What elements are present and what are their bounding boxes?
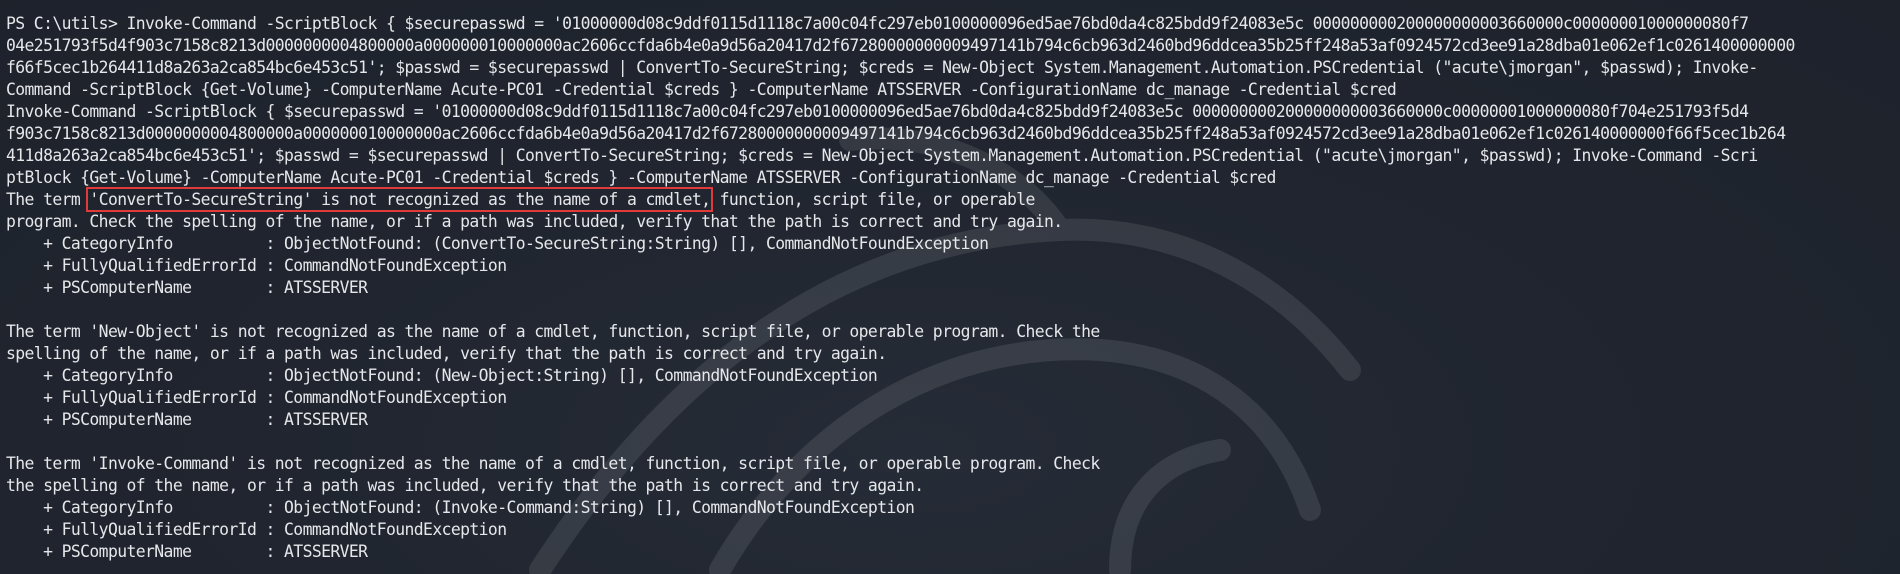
terminal-line-text: function, script file, or operable xyxy=(710,190,1036,209)
terminal-line: The term 'New-Object' is not recognized … xyxy=(6,321,1795,343)
terminal-line: + PSComputerName : ATSSERVER xyxy=(6,277,1795,299)
terminal-line: + FullyQualifiedErrorId : CommandNotFoun… xyxy=(6,387,1795,409)
terminal-line: + FullyQualifiedErrorId : CommandNotFoun… xyxy=(6,255,1795,277)
terminal-line-text: f903c7158c8213d0000000004800000a00000001… xyxy=(6,124,1786,143)
terminal-line-text: the spelling of the name, or if a path w… xyxy=(6,476,924,495)
terminal-line-text: + PSComputerName : ATSSERVER xyxy=(6,542,368,561)
terminal-line-text: + CategoryInfo : ObjectNotFound: (Conver… xyxy=(6,234,989,253)
terminal-line: Invoke-Command -ScriptBlock { $securepas… xyxy=(6,101,1795,123)
terminal-line-text: program. Check the spelling of the name,… xyxy=(6,212,1063,231)
terminal-line: f66f5cec1b264411d8a263a2ca854bc6e453c51'… xyxy=(6,57,1795,79)
terminal-line-text: The term xyxy=(6,190,90,209)
terminal-line: + PSComputerName : ATSSERVER xyxy=(6,409,1795,431)
terminal-line-text: + FullyQualifiedErrorId : CommandNotFoun… xyxy=(6,520,507,539)
terminal-line: 411d8a263a2ca854bc6e453c51'; $passwd = $… xyxy=(6,145,1795,167)
terminal-line: ptBlock {Get-Volume} -ComputerName Acute… xyxy=(6,167,1795,189)
terminal-line-text: Invoke-Command -ScriptBlock { $securepas… xyxy=(6,102,1749,121)
terminal-line: the spelling of the name, or if a path w… xyxy=(6,475,1795,497)
terminal-line-text: + PSComputerName : ATSSERVER xyxy=(6,410,368,429)
terminal-line-text: ptBlock {Get-Volume} -ComputerName Acute… xyxy=(6,168,1276,187)
terminal-line-text: PS C:\utils> Invoke-Command -ScriptBlock… xyxy=(6,14,1749,33)
terminal-line: + FullyQualifiedErrorId : CommandNotFoun… xyxy=(6,519,1795,541)
terminal-window[interactable]: PS C:\utils> Invoke-Command -ScriptBlock… xyxy=(0,0,1900,574)
terminal-line-text: + CategoryInfo : ObjectNotFound: (New-Ob… xyxy=(6,366,878,385)
terminal-line: The term 'ConvertTo-SecureString' is not… xyxy=(6,187,1795,212)
terminal-line-text: + CategoryInfo : ObjectNotFound: (Invoke… xyxy=(6,498,915,517)
terminal-line-text: spelling of the name, or if a path was i… xyxy=(6,344,887,363)
terminal-output: PS C:\utils> Invoke-Command -ScriptBlock… xyxy=(6,13,1795,563)
terminal-line: spelling of the name, or if a path was i… xyxy=(6,343,1795,365)
terminal-line-text: 04e251793f5d4f903c7158c8213d000000000480… xyxy=(6,36,1795,55)
terminal-line: The term 'Invoke-Command' is not recogni… xyxy=(6,453,1795,475)
terminal-line-text: The term 'New-Object' is not recognized … xyxy=(6,322,1100,341)
terminal-line: + CategoryInfo : ObjectNotFound: (Invoke… xyxy=(6,497,1795,519)
terminal-line-text: + FullyQualifiedErrorId : CommandNotFoun… xyxy=(6,388,507,407)
terminal-line-text: Command -ScriptBlock {Get-Volume} -Compu… xyxy=(6,80,1397,99)
terminal-line: + CategoryInfo : ObjectNotFound: (Conver… xyxy=(6,233,1795,255)
terminal-line: Command -ScriptBlock {Get-Volume} -Compu… xyxy=(6,79,1795,101)
terminal-line-text: + FullyQualifiedErrorId : CommandNotFoun… xyxy=(6,256,507,275)
terminal-line: program. Check the spelling of the name,… xyxy=(6,211,1795,233)
terminal-line: PS C:\utils> Invoke-Command -ScriptBlock… xyxy=(6,13,1795,35)
terminal-line-text: The term 'Invoke-Command' is not recogni… xyxy=(6,454,1100,473)
terminal-line-text: f66f5cec1b264411d8a263a2ca854bc6e453c51'… xyxy=(6,58,1758,77)
highlighted-error-text: 'ConvertTo-SecureString' is not recogniz… xyxy=(86,187,714,212)
terminal-line: + PSComputerName : ATSSERVER xyxy=(6,541,1795,563)
terminal-line: f903c7158c8213d0000000004800000a00000001… xyxy=(6,123,1795,145)
terminal-line: 04e251793f5d4f903c7158c8213d000000000480… xyxy=(6,35,1795,57)
terminal-line: + CategoryInfo : ObjectNotFound: (New-Ob… xyxy=(6,365,1795,387)
terminal-line-text: + PSComputerName : ATSSERVER xyxy=(6,278,368,297)
terminal-line-text: 411d8a263a2ca854bc6e453c51'; $passwd = $… xyxy=(6,146,1758,165)
